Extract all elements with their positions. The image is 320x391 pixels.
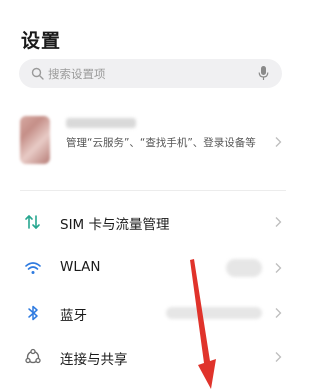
setting-row-bluetooth[interactable]: 蓝牙 (0, 293, 306, 333)
search-placeholder: 搜索设置项 (48, 67, 106, 81)
search-bar[interactable]: 搜索设置项 (19, 59, 282, 88)
setting-label-wlan: WLAN (60, 259, 101, 275)
divider (20, 190, 286, 191)
account-row[interactable]: 管理“云服务”、“查找手机”、登录设备等 (0, 110, 306, 174)
microphone-icon[interactable] (258, 65, 269, 82)
page-title: 设置 (21, 30, 62, 52)
setting-row-sim[interactable]: SIM 卡与流量管理 (0, 202, 306, 242)
setting-row-wlan[interactable]: WLAN (0, 248, 306, 288)
setting-label-bluetooth: 蓝牙 (60, 308, 87, 324)
wifi-icon (25, 262, 41, 274)
chevron-right-icon (275, 263, 282, 273)
wlan-value-redacted (226, 259, 262, 277)
chevron-right-icon (275, 352, 282, 362)
annotation-arrow (190, 259, 216, 389)
search-icon (31, 67, 44, 80)
setting-row-connection-sharing[interactable]: 连接与共享 (0, 337, 306, 377)
avatar (20, 116, 50, 164)
connection-sharing-icon (25, 348, 41, 364)
chevron-right-icon (275, 308, 282, 318)
account-name-redacted (66, 118, 136, 128)
chevron-right-icon (275, 217, 282, 227)
setting-label-connection-sharing: 连接与共享 (60, 352, 128, 368)
setting-label-sim: SIM 卡与流量管理 (60, 217, 170, 233)
sim-data-icon (25, 215, 40, 229)
chevron-right-icon (275, 137, 282, 147)
bluetooth-icon (28, 305, 38, 321)
account-description: 管理“云服务”、“查找手机”、登录设备等 (66, 137, 256, 149)
